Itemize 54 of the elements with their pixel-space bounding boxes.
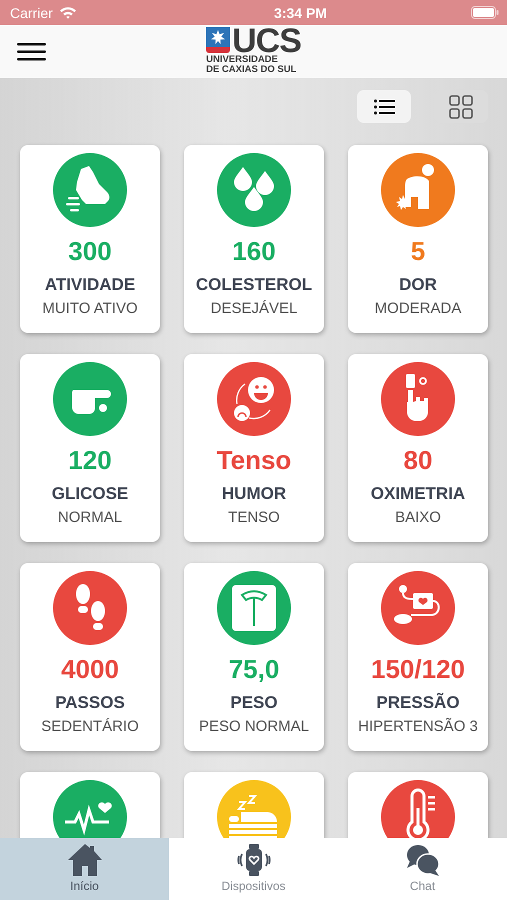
metric-title: ATIVIDADE (44, 274, 136, 296)
metric-value: Tenso (216, 445, 292, 475)
metric-card[interactable]: 300 ATIVIDADE MUITO ATIVO (20, 145, 160, 333)
metric-value: 4000 (61, 654, 119, 684)
metric-status: PESO NORMAL (198, 717, 310, 737)
metric-card[interactable] (20, 772, 160, 838)
logo-subtitle: UNIVERSIDADE (206, 54, 278, 64)
metric-card[interactable]: 120 GLICOSE NORMAL (20, 354, 160, 542)
metric-title: DOR (399, 274, 437, 296)
metric-status: DESEJÁVEL (210, 299, 298, 319)
metric-value: 5 (410, 236, 426, 266)
metric-status: TENSO (228, 508, 280, 528)
metric-value: 150/120 (371, 654, 465, 684)
metric-card[interactable]: 75,0 PESO PESO NORMAL (184, 563, 324, 751)
metric-status: BAIXO (395, 508, 441, 528)
metric-status: MUITO ATIVO (42, 299, 138, 319)
carrier-text: Carrier (10, 4, 53, 20)
metric-title: COLESTEROL (196, 274, 312, 296)
battery-icon (470, 6, 499, 19)
metric-card[interactable]: 80 OXIMETRIA BAIXO (348, 354, 488, 542)
metric-value: 160 (232, 236, 276, 266)
metric-card[interactable]: Tenso HUMOR TENSO (184, 354, 324, 542)
metric-card[interactable] (348, 772, 488, 838)
metric-status: NORMAL (58, 508, 122, 528)
wifi-icon (58, 6, 77, 19)
logo-subtitle: DE CAXIAS DO SUL (206, 64, 296, 74)
grid-icon (449, 94, 473, 118)
tab-bar-item[interactable]: Início (0, 838, 169, 900)
clock-text: 3:34 PM (274, 4, 327, 20)
smartwatch-icon (236, 843, 272, 877)
chat-icon (404, 843, 440, 877)
metric-value: 75,0 (228, 654, 280, 684)
list-view-button[interactable] (357, 90, 411, 123)
metric-title: PRESSÃO (376, 692, 460, 714)
list-icon (374, 98, 394, 114)
metric-title: PASSOS (55, 692, 125, 714)
metric-status: MODERADA (374, 299, 462, 319)
home-icon (66, 843, 102, 877)
metric-value: 80 (404, 445, 432, 475)
metric-title: PESO (230, 692, 278, 714)
metric-value: 300 (68, 236, 112, 266)
metric-title: OXIMETRIA (370, 483, 466, 505)
metric-card[interactable]: 5 DOR MODERADA (348, 145, 488, 333)
metric-title: HUMOR (222, 483, 286, 505)
metric-card[interactable]: 4000 PASSOS SEDENTÁRIO (20, 563, 160, 751)
menu-icon (17, 43, 46, 61)
metric-value: 120 (68, 445, 112, 475)
metric-card[interactable]: 150/120 PRESSÃO HIPERTENSÃO 3 (348, 563, 488, 751)
metric-card[interactable]: 160 COLESTEROL DESEJÁVEL (184, 145, 324, 333)
menu-button[interactable] (17, 43, 46, 61)
metric-status: HIPERTENSÃO 3 (358, 717, 478, 737)
metric-status: SEDENTÁRIO (41, 717, 139, 737)
logo-text: UCS (232, 26, 301, 54)
metric-title: GLICOSE (52, 483, 128, 505)
